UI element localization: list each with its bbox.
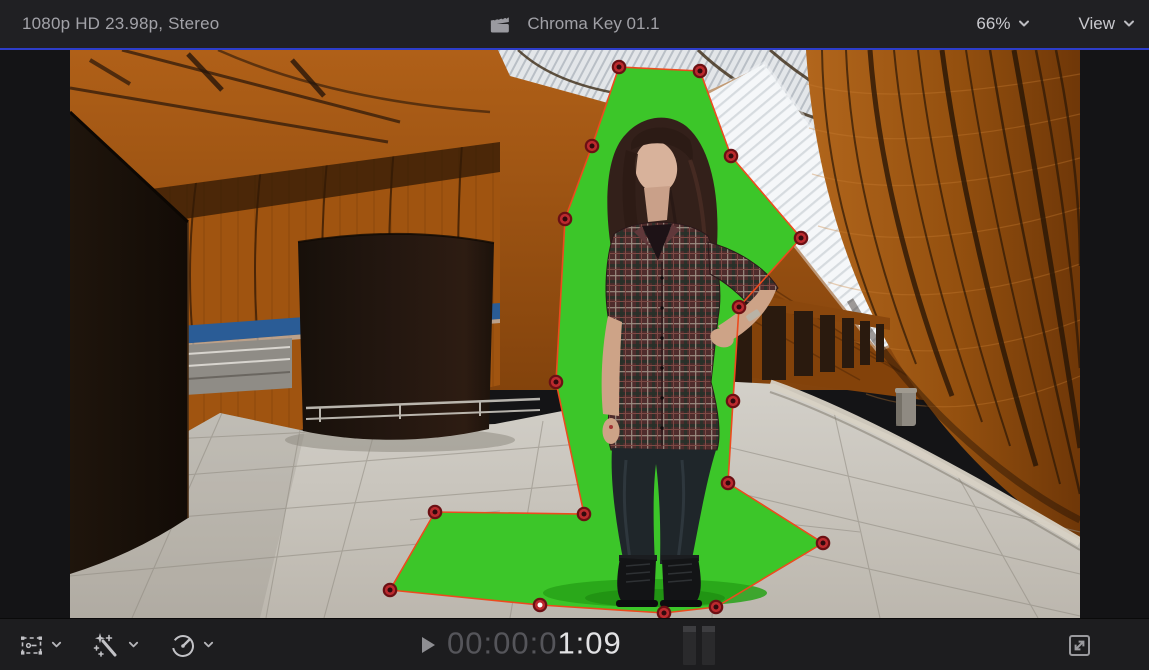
mask-control-point-center [737,305,742,310]
mask-control-point-center [821,541,826,546]
effects-wand-icon [92,632,122,659]
center-cylinder-pillar [298,234,494,440]
expand-fullscreen-icon[interactable] [1066,632,1093,659]
effects-menu[interactable] [92,632,139,659]
mask-control-point-center [662,611,667,616]
viewer-menus: 66% View [976,0,1135,48]
mask-control-point-center [563,217,568,222]
chevron-down-icon [128,641,139,649]
mask-control-point-center [726,481,731,486]
timecode-bright-digits: 1:09 [557,625,621,660]
transform-tool-menu[interactable] [18,632,62,659]
transform-tool-icon [18,632,45,659]
format-info: 1080p HD 23.98p, Stereo [22,0,219,48]
audio-meters-icon[interactable] [683,626,715,665]
mask-control-point-center [554,380,559,385]
overlay-tools [18,619,214,670]
clip-title: Chroma Key 01.1 [527,14,659,34]
mask-control-point-center [388,588,393,593]
mask-control-point-center [582,512,587,517]
mask-control-point-center [590,144,595,149]
mask-control-point-center [731,399,736,404]
chevron-down-icon [203,641,214,649]
mask-control-point-center [729,154,734,159]
mask-control-point-center [698,69,703,74]
audio-meter-left [683,626,696,665]
timecode-dim-digits: 00:00:0 [447,625,557,660]
viewer-area [0,50,1149,618]
retime-menu[interactable] [169,631,214,659]
play-icon[interactable] [421,636,436,654]
view-menu[interactable]: View [1078,14,1115,34]
viewer-bottom-bar: 00:00:01:09 [0,618,1149,670]
audio-meter-right [702,626,715,665]
mask-control-point-center [714,605,719,610]
timecode-display[interactable]: 00:00:01:09 [447,625,622,661]
zoom-level-menu[interactable]: 66% [976,14,1010,34]
chevron-down-icon[interactable] [1123,20,1135,28]
mask-control-point-center [617,65,622,70]
clip-title-group: Chroma Key 01.1 [489,0,659,48]
mask-control-point-center [799,236,804,241]
trash-can [895,388,917,426]
clapperboard-icon [489,16,509,33]
viewer-top-bar: 1080p HD 23.98p, Stereo Chroma Key 01.1 … [0,0,1149,48]
chevron-down-icon [51,641,62,649]
mask-control-point-center [538,603,543,608]
chevron-down-icon[interactable] [1018,20,1030,28]
fcp-viewer-window: { "header": { "format_info": "1080p HD 2… [0,0,1149,670]
retime-icon [169,631,197,659]
composite-video-frame [70,50,1080,618]
mask-control-point-center [433,510,438,515]
